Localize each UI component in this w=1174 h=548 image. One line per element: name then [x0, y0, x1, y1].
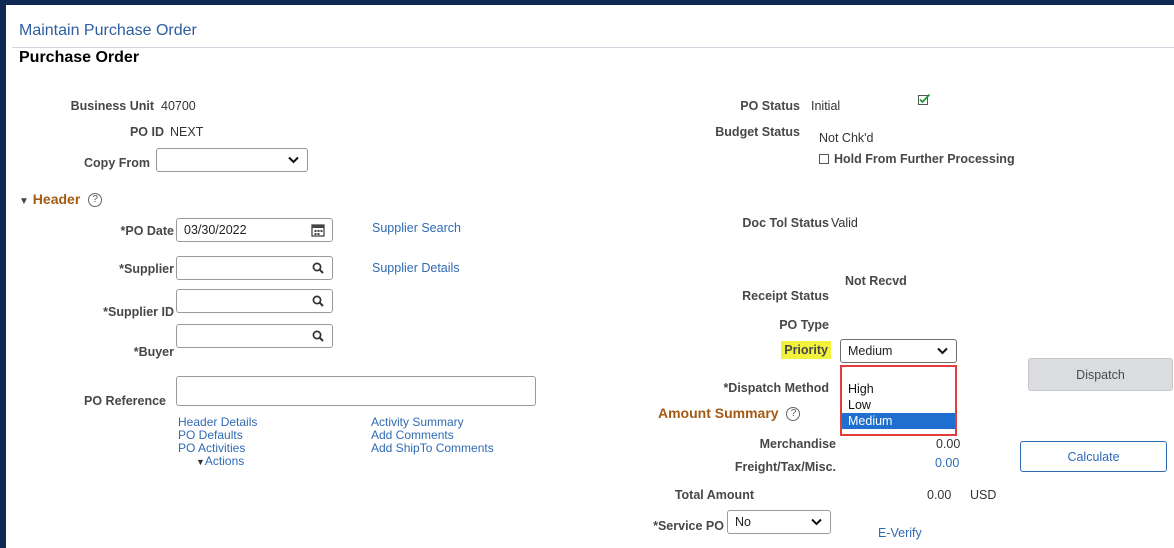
search-icon[interactable]	[311, 329, 325, 343]
priority-select[interactable]: Medium	[840, 339, 957, 363]
buyer-input[interactable]	[176, 324, 333, 348]
business-unit-value: 40700	[161, 99, 196, 113]
supplier-search-link[interactable]: Supplier Search	[372, 221, 461, 235]
priority-option-medium[interactable]: Medium	[842, 413, 955, 429]
receipt-status-label: Receipt Status	[742, 289, 829, 303]
service-po-value: No	[735, 515, 751, 529]
add-shipto-comments-link[interactable]: Add ShipTo Comments	[371, 442, 494, 455]
title-divider	[12, 47, 1174, 48]
page-title: Maintain Purchase Order	[19, 22, 197, 39]
total-amount-value: 0.00	[927, 488, 952, 502]
total-currency: USD	[970, 488, 997, 502]
po-date-value: 03/30/2022	[184, 223, 247, 237]
po-status-value: Initial	[811, 99, 841, 113]
po-date-input[interactable]: 03/30/2022	[176, 218, 333, 242]
copy-from-label: Copy From	[84, 156, 150, 170]
service-po-select[interactable]: No	[727, 510, 831, 534]
supplier-label: *Supplier	[119, 262, 174, 276]
amount-summary-label: Amount Summary	[658, 405, 779, 421]
priority-option-high[interactable]: High	[842, 381, 955, 397]
po-id-label: PO ID	[129, 125, 164, 139]
priority-option-low[interactable]: Low	[842, 397, 955, 413]
triangle-down-icon: ▼	[196, 457, 205, 467]
calendar-icon[interactable]	[311, 223, 325, 237]
po-reference-input[interactable]	[176, 376, 536, 406]
freight-value-link[interactable]: 0.00	[935, 456, 959, 470]
total-amount-label: Total Amount	[674, 488, 754, 502]
calculate-button[interactable]: Calculate	[1020, 441, 1167, 472]
actions-menu[interactable]: ▼Actions	[196, 455, 244, 469]
chevron-down-icon	[809, 515, 823, 529]
e-verify-link[interactable]: E-Verify	[878, 526, 922, 540]
dispatch-button[interactable]: Dispatch	[1028, 358, 1173, 391]
po-status-label: PO Status	[740, 99, 800, 113]
checkmark-icon	[918, 92, 931, 110]
help-icon[interactable]: ?	[88, 193, 103, 208]
amount-summary-heading: Amount Summary ?	[658, 405, 801, 422]
buyer-label: *Buyer	[133, 345, 174, 359]
po-id-value: NEXT	[170, 125, 204, 139]
business-unit-label: Business Unit	[70, 99, 154, 113]
header-section-label: Header	[32, 191, 81, 207]
header-section-toggle[interactable]: ▼ Header ?	[19, 191, 103, 208]
copy-from-select[interactable]	[156, 148, 308, 172]
merchandise-value: 0.00	[936, 437, 961, 451]
search-icon[interactable]	[311, 261, 325, 275]
budget-status-label: Budget Status	[715, 125, 800, 139]
page-subtitle: Purchase Order	[19, 49, 140, 66]
page-frame: Maintain Purchase Order Purchase Order B…	[6, 5, 1174, 548]
help-icon[interactable]: ?	[786, 407, 801, 422]
freight-label: Freight/Tax/Misc.	[734, 460, 836, 474]
priority-value: Medium	[848, 344, 893, 358]
actions-label: Actions	[204, 454, 245, 468]
supplier-id-input[interactable]	[176, 289, 333, 313]
po-type-label: PO Type	[779, 318, 829, 332]
triangle-down-icon: ▼	[19, 196, 29, 207]
doc-tol-status-value: Valid	[831, 216, 858, 230]
service-po-label: *Service PO	[653, 519, 724, 533]
priority-label: Priority	[781, 341, 831, 359]
chevron-down-icon	[286, 153, 300, 167]
hold-checkbox[interactable]	[819, 154, 829, 164]
doc-tol-status-label: Doc Tol Status	[742, 216, 829, 230]
hold-checkbox-row[interactable]: Hold From Further Processing	[819, 152, 1015, 166]
priority-label-text: Priority	[781, 341, 831, 359]
po-date-label: *PO Date	[120, 224, 175, 238]
priority-dropdown-list: High Low Medium	[840, 365, 957, 436]
supplier-details-link[interactable]: Supplier Details	[372, 261, 460, 275]
dispatch-method-label: *Dispatch Method	[723, 381, 829, 395]
receipt-status-value: Not Recvd	[845, 274, 907, 288]
supplier-id-label: *Supplier ID	[103, 305, 174, 319]
search-icon[interactable]	[311, 294, 325, 308]
hold-label: Hold From Further Processing	[834, 152, 1015, 166]
chevron-down-icon	[935, 344, 949, 358]
merchandise-label: Merchandise	[759, 437, 836, 451]
po-reference-label: PO Reference	[84, 394, 166, 408]
supplier-input[interactable]	[176, 256, 333, 280]
budget-status-value: Not Chk'd	[819, 131, 874, 145]
